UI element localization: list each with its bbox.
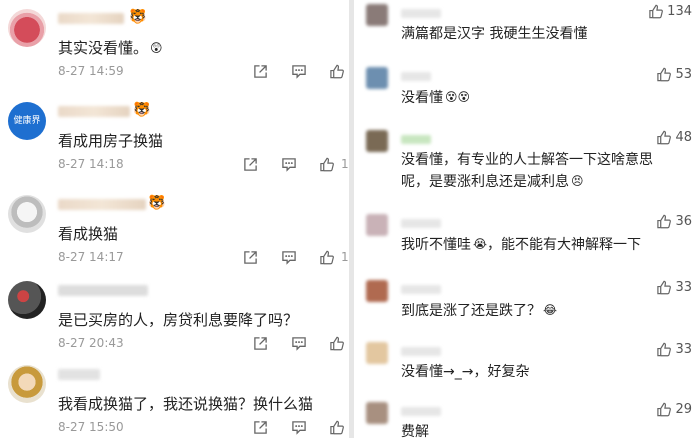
like-count: 53 — [675, 67, 692, 82]
avatar[interactable] — [366, 4, 388, 26]
username[interactable] — [401, 219, 441, 228]
username[interactable] — [58, 285, 148, 296]
like-count: 29 — [675, 402, 692, 417]
thumbs-up-icon — [657, 280, 672, 295]
comment-time: 8-27 15:50 — [58, 420, 124, 434]
thumbs-up-icon[interactable] — [319, 157, 335, 172]
vip-badge-icon: 🐯 — [133, 102, 151, 118]
like-count: 1 — [341, 157, 349, 171]
share-icon[interactable] — [253, 64, 268, 79]
like-button[interactable]: 48 — [656, 130, 692, 145]
thumbs-up-icon — [657, 342, 672, 357]
share-icon[interactable] — [253, 336, 268, 351]
comment-icon[interactable] — [291, 336, 307, 351]
like-count: 1 — [341, 250, 349, 264]
left-comment-list: 🐯 其实没看懂。 😲 8-27 14:59 健康界 🐯 看成用房子换猫 8-27 … — [0, 0, 349, 438]
share-icon[interactable] — [243, 157, 258, 172]
thumbs-up-icon — [649, 4, 664, 19]
avatar[interactable] — [8, 9, 46, 47]
username[interactable] — [401, 285, 441, 294]
comment-text: 我看成换猫了，我还说换猫？换什么猫 — [58, 395, 314, 413]
comment-time: 8-27 14:18 — [58, 157, 124, 171]
comment-item: 我看成换猫了，我还说换猫？换什么猫 8-27 15:50 — [0, 356, 349, 438]
comment-text: 没看懂 😵😵 — [401, 90, 471, 106]
comment-item: 是已买房的人，房贷利息要降了吗？ 8-27 20:43 — [0, 272, 349, 360]
like-count: 33 — [675, 342, 692, 357]
username[interactable] — [58, 369, 100, 380]
avatar[interactable] — [366, 280, 388, 302]
comment-text: 看成用房子换猫 — [58, 132, 164, 150]
like-count: 33 — [675, 280, 692, 295]
like-count: 48 — [675, 130, 692, 145]
comment-item: 没看懂，有专业的人士解答一下这啥意思 呢，是要涨利息还是减利息 😣 48 — [354, 126, 700, 206]
avatar[interactable] — [366, 130, 388, 152]
avatar[interactable] — [8, 281, 46, 319]
avatar[interactable]: 健康界 — [8, 102, 46, 140]
comment-item: 我听不懂哇 😭，能不能有大神解释一下 36 — [354, 210, 700, 278]
comment-item: 🐯 其实没看懂。 😲 8-27 14:59 — [0, 0, 349, 88]
comment-text: 到底是涨了还是跌了？ 😂 — [401, 303, 558, 319]
thumbs-up-icon[interactable] — [329, 420, 345, 435]
comment-item: 满篇都是汉字 我硬生生没看懂 134 — [354, 0, 700, 68]
thumbs-up-icon — [657, 67, 672, 82]
username[interactable] — [58, 106, 130, 117]
comment-time: 8-27 14:17 — [58, 250, 124, 264]
like-count: 36 — [675, 214, 692, 229]
like-count: 134 — [667, 4, 692, 19]
comment-time: 8-27 20:43 — [58, 336, 124, 350]
avatar[interactable] — [366, 342, 388, 364]
username[interactable] — [401, 347, 441, 356]
vip-badge-icon: 🐯 — [129, 9, 147, 25]
comment-item: 没看懂 😵😵 53 — [354, 63, 700, 131]
comment-icon[interactable] — [291, 64, 307, 79]
like-button[interactable]: 36 — [656, 214, 692, 229]
comment-text: 没看懂→_→，好复杂 — [401, 364, 530, 380]
comment-text: 我听不懂哇 😭，能不能有大神解释一下 — [401, 237, 642, 253]
comment-icon[interactable] — [281, 250, 297, 265]
thumbs-up-icon[interactable] — [319, 250, 335, 265]
share-icon[interactable] — [253, 420, 268, 435]
comment-text: 其实没看懂。 😲 — [58, 39, 163, 57]
comment-icon[interactable] — [291, 420, 307, 435]
comment-item: 到底是涨了还是跌了？ 😂 33 — [354, 276, 700, 344]
like-button[interactable]: 134 — [648, 4, 692, 19]
comment-text: 费解 — [401, 424, 429, 438]
username[interactable] — [401, 72, 431, 81]
username[interactable] — [401, 407, 441, 416]
comment-text: 没看懂，有专业的人士解答一下这啥意思 呢，是要涨利息还是减利息 😣 — [401, 152, 653, 190]
username[interactable] — [58, 199, 146, 210]
username[interactable] — [58, 13, 124, 24]
thumbs-up-icon[interactable] — [329, 336, 345, 351]
avatar[interactable] — [366, 67, 388, 89]
comment-text: 满篇都是汉字 我硬生生没看懂 — [401, 26, 588, 42]
comment-icon[interactable] — [281, 157, 297, 172]
share-icon[interactable] — [243, 250, 258, 265]
comment-item: 健康界 🐯 看成用房子换猫 8-27 14:18 1 — [0, 93, 349, 181]
username[interactable] — [401, 135, 431, 144]
right-comment-list: 满篇都是汉字 我硬生生没看懂 134 没看懂 😵😵 53 没看懂，有专业的人士解答… — [354, 0, 700, 438]
comment-text: 看成换猫 — [58, 225, 119, 243]
comment-time: 8-27 14:59 — [58, 64, 124, 78]
vip-badge-icon: 🐯 — [148, 195, 166, 211]
avatar[interactable] — [366, 214, 388, 236]
comment-item: 费解 29 — [354, 398, 700, 438]
thumbs-up-icon — [657, 402, 672, 417]
avatar[interactable] — [8, 195, 46, 233]
like-button[interactable]: 33 — [656, 280, 692, 295]
like-button[interactable]: 53 — [656, 67, 692, 82]
like-button[interactable]: 33 — [656, 342, 692, 357]
avatar[interactable] — [366, 402, 388, 424]
comment-item: 🐯 看成换猫 8-27 14:17 1 — [0, 186, 349, 274]
comment-text: 是已买房的人，房贷利息要降了吗？ — [58, 311, 299, 329]
thumbs-up-icon[interactable] — [329, 64, 345, 79]
thumbs-up-icon — [657, 130, 672, 145]
thumbs-up-icon — [657, 214, 672, 229]
username[interactable] — [401, 9, 441, 18]
comment-item: 没看懂→_→，好复杂 33 — [354, 338, 700, 406]
avatar[interactable] — [8, 365, 46, 403]
like-button[interactable]: 29 — [656, 402, 692, 417]
